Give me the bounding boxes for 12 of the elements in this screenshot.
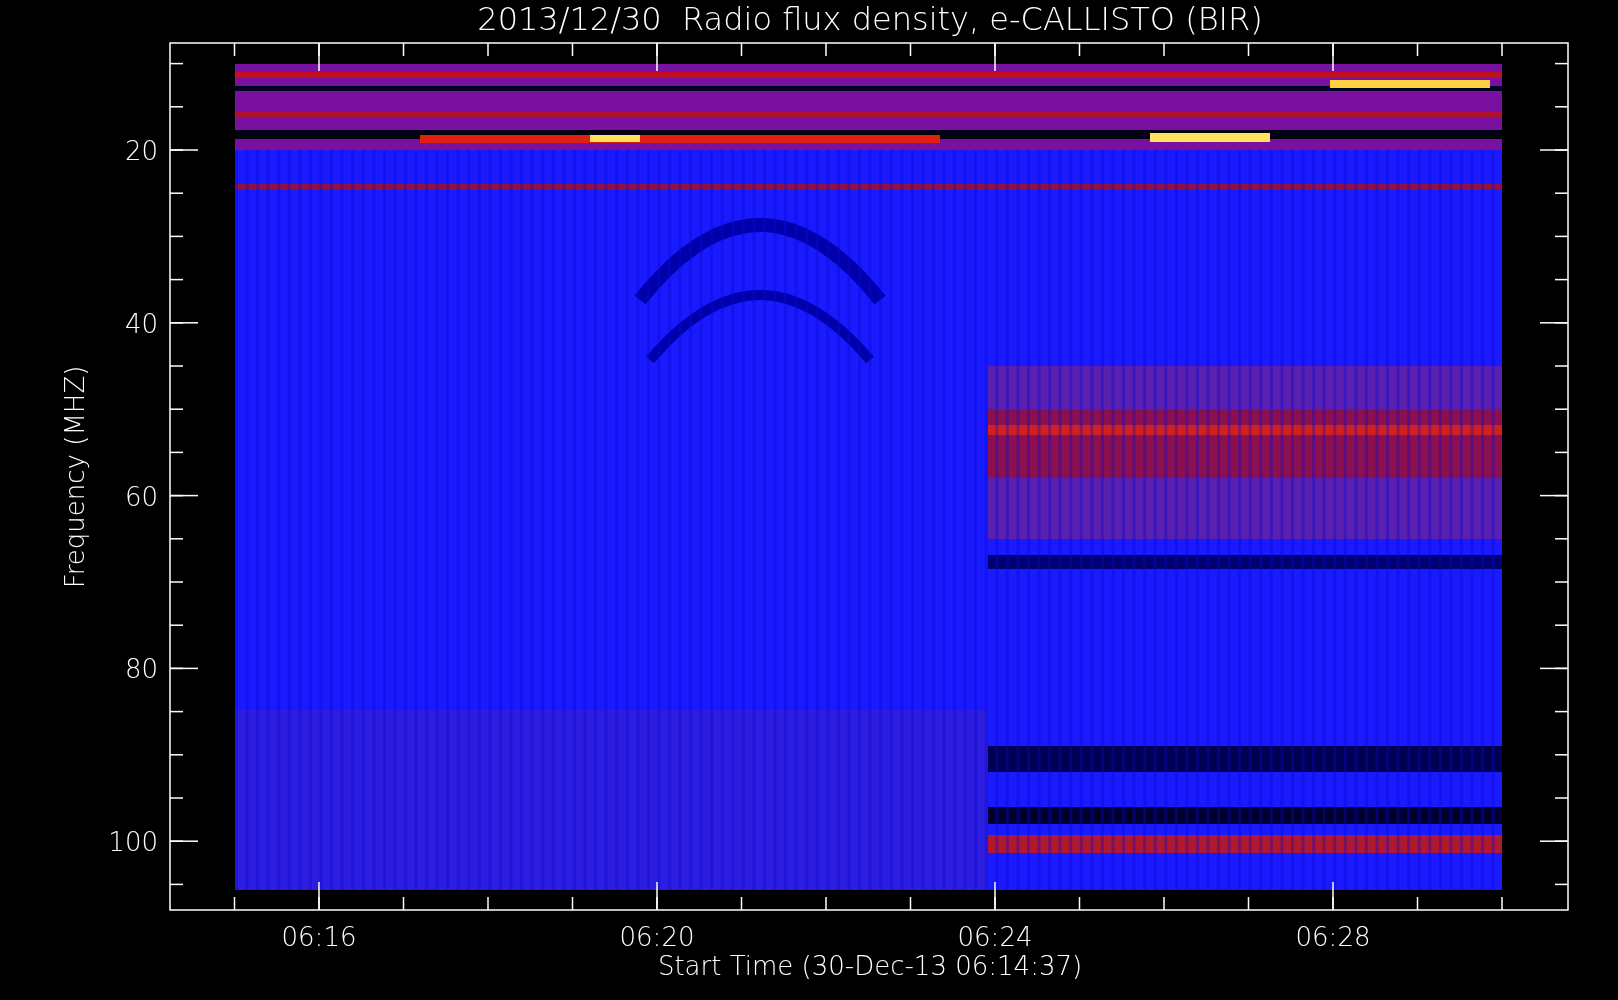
axis-label: Frequency (MHZ) — [60, 365, 90, 589]
chart-title: 2013/12/30 Radio flux density, e-CALLISTO (BIR) — [477, 0, 1263, 38]
tick-label: 06:16 — [281, 922, 357, 952]
tick-label: 06:20 — [619, 922, 695, 952]
tick-label: 06:28 — [1295, 922, 1371, 952]
axis-label: Start Time (30-Dec-13 06:14:37) — [657, 951, 1083, 981]
tick-label: 100 — [108, 827, 158, 858]
tick-label: 20 — [124, 136, 158, 166]
tick-label: 40 — [124, 308, 158, 339]
tick-label: 06:24 — [957, 922, 1033, 952]
tick-label: 60 — [124, 481, 158, 512]
tick-label: 80 — [124, 654, 158, 685]
